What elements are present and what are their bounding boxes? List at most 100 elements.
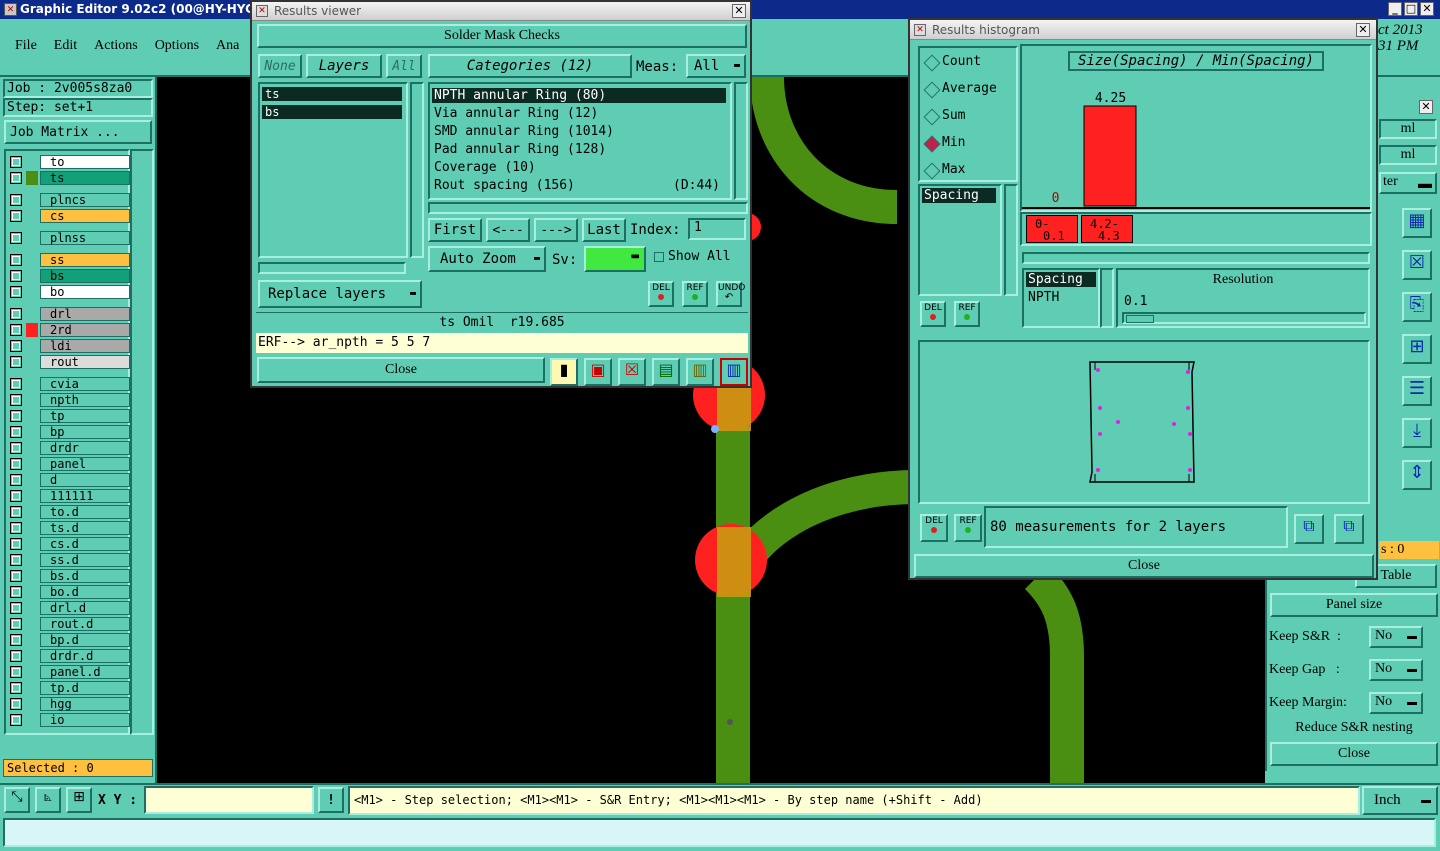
layer-color-swatch[interactable] <box>26 339 38 353</box>
layer-checkbox[interactable] <box>10 490 22 502</box>
meas-dropdown[interactable]: All ▬ <box>686 54 746 78</box>
zoom-out-icon[interactable]: ⧉ <box>1334 514 1364 544</box>
layer-checkbox[interactable] <box>10 410 22 422</box>
layer-checkbox[interactable] <box>10 474 22 486</box>
layer-color-swatch[interactable] <box>26 441 38 455</box>
keep-sr-dropdown[interactable]: No ▬ <box>1369 626 1423 648</box>
prev-button[interactable]: <--- <box>486 218 530 242</box>
results-close-button[interactable]: Close <box>257 357 545 383</box>
layer-checkbox[interactable] <box>10 254 22 266</box>
xy-input[interactable] <box>144 786 314 814</box>
layer-color-swatch[interactable] <box>26 425 38 439</box>
layer-row-rout[interactable]: rout <box>8 355 130 369</box>
array-icon[interactable]: ⊞ <box>1402 334 1432 364</box>
layer-row-bs[interactable]: bs <box>8 269 130 283</box>
layer-color-swatch[interactable] <box>26 713 38 727</box>
cross-box-icon[interactable]: ☒ <box>1402 250 1432 280</box>
layer-checkbox[interactable] <box>10 172 22 184</box>
layer-row-2rd[interactable]: 2rd <box>8 323 130 337</box>
layer-name[interactable]: plnss <box>40 231 130 245</box>
layer-color-swatch[interactable] <box>26 209 38 223</box>
close-icon[interactable]: ✕ <box>1356 23 1370 37</box>
layer-color-swatch[interactable] <box>26 537 38 551</box>
close-window-button[interactable]: ✕ <box>1420 2 1434 16</box>
layer-name[interactable]: plncs <box>40 193 130 207</box>
histogram-hscroll[interactable] <box>1022 252 1370 264</box>
keep-margin-dropdown[interactable]: No ▬ <box>1369 692 1423 714</box>
layer-color-swatch[interactable] <box>26 377 38 391</box>
layer-name[interactable]: io <box>40 713 130 727</box>
rotate-icon[interactable]: ⎘ <box>1402 292 1432 322</box>
layer-list-item[interactable]: bs <box>262 105 402 119</box>
layer-checkbox[interactable] <box>10 194 22 206</box>
layer-name[interactable]: bp.d <box>40 633 130 647</box>
layer-row-drl[interactable]: drl <box>8 307 130 321</box>
layer-row-panel[interactable]: panel <box>8 457 130 471</box>
panel-size-button[interactable]: Panel size <box>1270 593 1438 617</box>
layer-color-swatch[interactable] <box>26 457 38 471</box>
layer-checkbox[interactable] <box>10 356 22 368</box>
radio-max[interactable] <box>923 162 941 180</box>
layer-name[interactable]: ss <box>40 253 130 267</box>
layer-checkbox[interactable] <box>10 554 22 566</box>
layer-checkbox[interactable] <box>10 602 22 614</box>
layer-color-swatch[interactable] <box>26 553 38 567</box>
layer-name[interactable]: ldi <box>40 339 130 353</box>
radio-sum[interactable] <box>923 108 941 126</box>
layer-name[interactable]: cvia <box>40 377 130 391</box>
reduce-nesting-label[interactable]: Reduce S&R nesting <box>1270 720 1438 740</box>
select-arrow-icon[interactable]: ⤡ <box>4 787 30 813</box>
measure-list-vscroll[interactable] <box>1004 184 1018 296</box>
layer-checkbox[interactable] <box>10 340 22 352</box>
layer-list-hscroll[interactable] <box>258 262 406 274</box>
vertical-arrows-icon[interactable]: ⇕ <box>1402 460 1432 490</box>
layer-row-cs-d[interactable]: cs.d <box>8 537 130 551</box>
detail-listbox[interactable]: Spacing NPTH <box>1022 268 1100 328</box>
layer-color-swatch[interactable] <box>26 697 38 711</box>
layer-checkbox[interactable] <box>10 682 22 694</box>
layer-checkbox[interactable] <box>10 650 22 662</box>
layer-name[interactable]: drl <box>40 307 130 321</box>
layer-checkbox[interactable] <box>10 426 22 438</box>
layer-checkbox[interactable] <box>10 570 22 582</box>
grid-icon[interactable]: ▦ <box>1402 208 1432 238</box>
layer-row-io[interactable]: io <box>8 713 130 727</box>
layer-name[interactable]: rout <box>40 355 130 369</box>
layer-name[interactable]: drdr <box>40 441 130 455</box>
undo-button[interactable]: UNDO ↶ <box>716 281 745 307</box>
highlight-icon[interactable]: ▮ <box>550 358 578 386</box>
step-icon[interactable]: ▤ <box>652 358 680 386</box>
menu-file[interactable]: File <box>15 38 37 54</box>
last-button[interactable]: Last <box>582 218 626 242</box>
grid-snap-icon[interactable]: ⊞ <box>66 787 92 813</box>
layer-color-swatch[interactable] <box>26 649 38 663</box>
units-field-1[interactable]: ml <box>1379 119 1437 139</box>
zoom-in-icon[interactable]: ⧉ <box>1294 514 1324 544</box>
layer-row-bp[interactable]: bp <box>8 425 130 439</box>
layer-name[interactable]: drdr.d <box>40 649 130 663</box>
layer-name[interactable]: panel <box>40 457 130 471</box>
detail-item-spacing[interactable]: Spacing <box>1026 272 1096 287</box>
layer-name[interactable]: 2rd <box>40 323 130 337</box>
bin-label[interactable]: 0- 0.1 <box>1026 215 1078 243</box>
units-field-2[interactable]: ml <box>1379 145 1437 165</box>
layer-row-bs-d[interactable]: bs.d <box>8 569 130 583</box>
detail-vscroll[interactable] <box>1100 268 1114 328</box>
layer-color-swatch[interactable] <box>26 521 38 535</box>
arrow-down-icon[interactable]: ⤓ <box>1402 418 1432 448</box>
layer-name[interactable]: d <box>40 473 130 487</box>
layer-color-swatch[interactable] <box>26 505 38 519</box>
category-item[interactable]: Coverage (10) <box>432 160 726 175</box>
first-button[interactable]: First <box>428 218 482 242</box>
layer-color-swatch[interactable] <box>26 155 38 169</box>
menu-edit[interactable]: Edit <box>54 38 77 54</box>
layer-checkbox[interactable] <box>10 538 22 550</box>
layer-checkbox[interactable] <box>10 232 22 244</box>
layer-row-drl-d[interactable]: drl.d <box>8 601 130 615</box>
hist-ref-button-2[interactable]: REF <box>954 514 982 542</box>
layer-color-swatch[interactable] <box>26 355 38 369</box>
report-icon[interactable]: ▣ <box>584 358 612 386</box>
ref-button[interactable]: REF <box>682 281 708 307</box>
layer-color-swatch[interactable] <box>26 171 38 185</box>
layer-row-plncs[interactable]: plncs <box>8 193 130 207</box>
